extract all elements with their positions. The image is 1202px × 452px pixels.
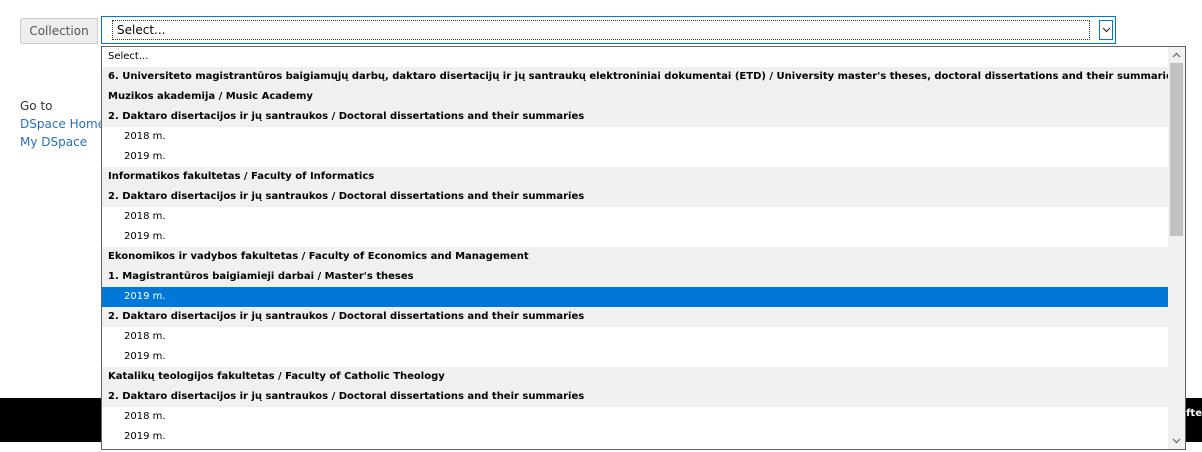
dropdown-option[interactable]: 2019 m.	[102, 147, 1168, 167]
collection-dropdown-list[interactable]: Select... 6. Universiteto magistrantūros …	[101, 46, 1186, 450]
collection-label: Collection	[20, 18, 98, 44]
dspace-home-link[interactable]: DSpace Home	[20, 117, 105, 131]
dropdown-option[interactable]: 2018 m.	[102, 327, 1168, 347]
option-group-label[interactable]: Ekonomikos ir vadybos fakultetas / Facul…	[102, 247, 1168, 267]
option-group-label[interactable]: 2. Daktaro disertacijos ir jų santraukos…	[102, 107, 1168, 127]
option-group-label[interactable]: Muzikos akademija / Music Academy	[102, 87, 1168, 107]
chevron-down-icon[interactable]	[1099, 20, 1113, 40]
dropdown-option[interactable]: 2019 m.	[102, 427, 1168, 447]
page: Go to DSpace Home My DSpace ofte Collect…	[0, 0, 1202, 452]
dropdown-option[interactable]: 2019 m.	[102, 227, 1168, 247]
select-current-value: Select...	[112, 20, 1090, 40]
collection-select[interactable]: Select...	[101, 16, 1116, 44]
dropdown-option[interactable]: 2019 m.	[102, 347, 1168, 367]
chevron-up-icon[interactable]	[1168, 47, 1185, 63]
scrollbar-thumb[interactable]	[1170, 63, 1183, 236]
option-group-label[interactable]: 6. Universiteto magistrantūros baigiamųj…	[102, 67, 1179, 87]
chevron-down-icon[interactable]	[1168, 433, 1185, 449]
dropdown-option[interactable]: Select...	[102, 47, 1168, 67]
option-group-label[interactable]: 2. Daktaro disertacijos ir jų santraukos…	[102, 387, 1168, 407]
option-group-label[interactable]: 2. Daktaro disertacijos ir jų santraukos…	[102, 307, 1168, 327]
my-dspace-link[interactable]: My DSpace	[20, 135, 87, 149]
option-group-label[interactable]: 2. Daktaro disertacijos ir jų santraukos…	[102, 187, 1168, 207]
option-group-label[interactable]: 1. Magistrantūros baigiamieji darbai / M…	[102, 267, 1168, 287]
option-group-label[interactable]: Informatikos fakultetas / Faculty of Inf…	[102, 167, 1168, 187]
dropdown-option[interactable]: 2018 m.	[102, 407, 1168, 427]
goto-label: Go to	[20, 99, 53, 113]
dropdown-scrollbar[interactable]	[1168, 47, 1185, 449]
option-group-label[interactable]: Katalikų teologijos fakultetas / Faculty…	[102, 367, 1168, 387]
dropdown-option[interactable]: 2018 m.	[102, 127, 1168, 147]
dropdown-option[interactable]: 2019 m.	[102, 287, 1168, 307]
dropdown-option[interactable]: 2018 m.	[102, 207, 1168, 227]
